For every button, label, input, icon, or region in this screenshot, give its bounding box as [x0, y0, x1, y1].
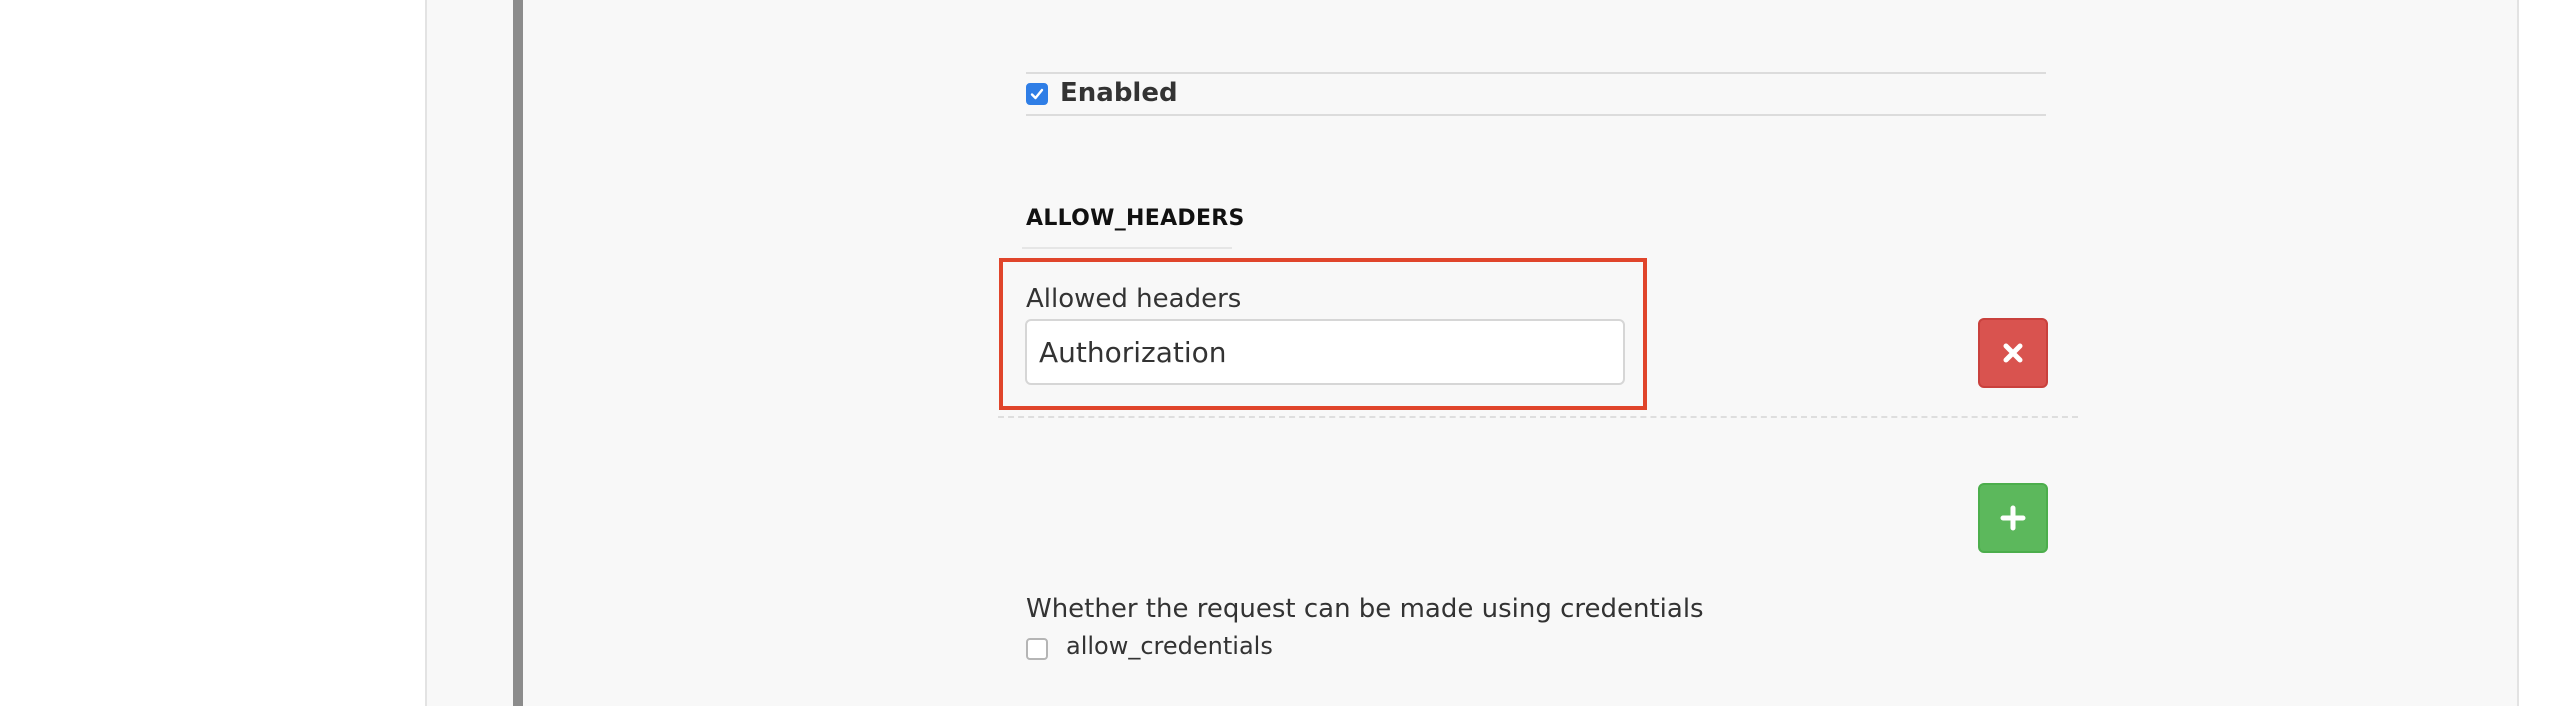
add-header-button[interactable]	[1978, 483, 2048, 553]
enabled-checkbox[interactable]	[1026, 83, 1048, 105]
allow-credentials-checkbox[interactable]	[1026, 638, 1048, 660]
checkmark-icon	[1030, 88, 1044, 100]
plus-icon	[2000, 505, 2026, 531]
enabled-label: Enabled	[1060, 78, 1178, 108]
remove-header-button[interactable]	[1978, 318, 2048, 388]
allowed-headers-input[interactable]	[1025, 319, 1625, 385]
enabled-row: Enabled	[1026, 72, 2046, 116]
section-underline	[1022, 247, 1232, 249]
section-title-allow-headers: ALLOW_HEADERS	[1026, 206, 1245, 231]
allowed-headers-label: Allowed headers	[1026, 284, 1242, 314]
item-separator	[998, 416, 2078, 418]
times-icon	[2003, 343, 2023, 363]
credentials-description: Whether the request can be made using cr…	[1026, 594, 1704, 624]
page: Enabled ALLOW_HEADERS Allowed headers Wh…	[0, 0, 2568, 706]
panel-left-bar	[513, 0, 523, 706]
allow-credentials-label[interactable]: allow_credentials	[1066, 632, 1273, 660]
